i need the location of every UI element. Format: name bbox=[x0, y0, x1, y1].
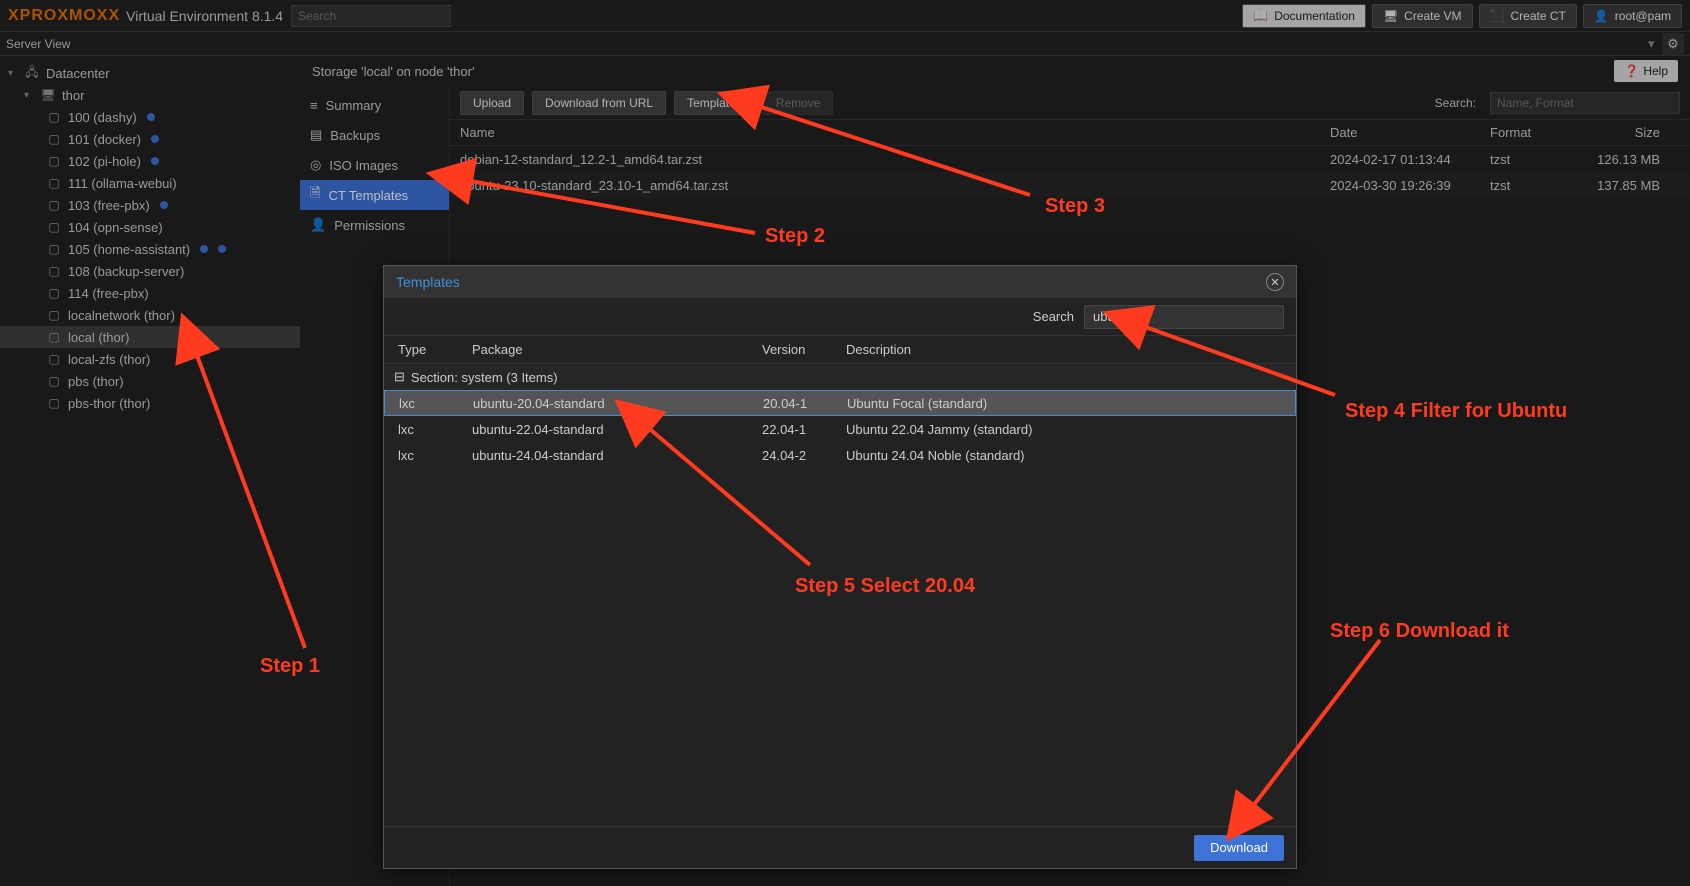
annotation-step3: Step 3 bbox=[1045, 195, 1105, 218]
annotation-step4: Step 4 Filter for Ubuntu bbox=[1345, 400, 1567, 423]
annotation-step6: Step 6 Download it bbox=[1330, 620, 1509, 643]
annotation-step2: Step 2 bbox=[765, 225, 825, 248]
annotation-step1: Step 1 bbox=[260, 655, 320, 678]
annotation-step5: Step 5 Select 20.04 bbox=[795, 575, 975, 598]
